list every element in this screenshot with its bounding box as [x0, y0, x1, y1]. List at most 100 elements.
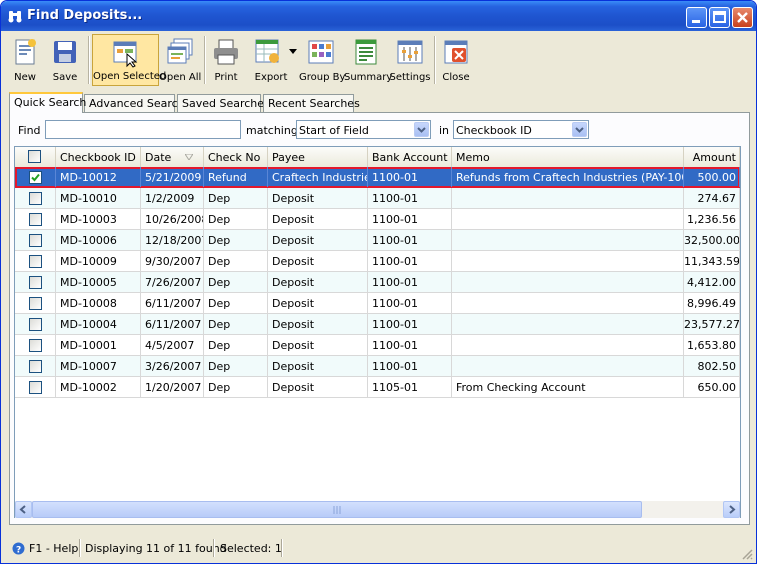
header-select-all[interactable]	[15, 147, 56, 167]
row-checkbox[interactable]	[29, 339, 42, 352]
scroll-thumb[interactable]	[32, 501, 642, 518]
svg-text:?: ?	[16, 546, 21, 556]
tab-saved-searches[interactable]: Saved Searches	[177, 94, 270, 112]
table-row[interactable]: MD-10006 12/18/2007 Dep Deposit 1100-01 32,50…	[15, 230, 740, 251]
horizontal-scrollbar[interactable]	[15, 501, 740, 518]
header-date-label: Date	[145, 151, 172, 164]
cell-select[interactable]	[15, 293, 56, 313]
row-checkbox[interactable]	[29, 297, 42, 310]
cell-memo	[452, 335, 684, 355]
cell-memo	[452, 314, 684, 334]
export-button[interactable]: Export	[249, 34, 299, 86]
settings-button[interactable]: Settings	[389, 34, 431, 86]
row-checkbox[interactable]	[29, 213, 42, 226]
cell-select[interactable]	[15, 167, 56, 187]
close-button[interactable]: Close	[438, 34, 474, 86]
maximize-button[interactable]	[709, 7, 730, 28]
table-row[interactable]: MD-10007 3/26/2007 Dep Deposit 1100-01 802.50	[15, 356, 740, 377]
cell-amount: 650.00	[684, 377, 740, 397]
resize-grip-icon[interactable]	[741, 548, 753, 560]
header-bank-account[interactable]: Bank Account	[368, 147, 452, 167]
print-button[interactable]: Print	[208, 34, 244, 86]
cell-select[interactable]	[15, 209, 56, 229]
table-row[interactable]: MD-10010 1/2/2009 Dep Deposit 1100-01 274.67	[15, 188, 740, 209]
row-checkbox[interactable]	[29, 276, 42, 289]
cell-select[interactable]	[15, 314, 56, 334]
scroll-left-button[interactable]	[15, 501, 32, 518]
cell-bank-account: 1100-01	[368, 209, 452, 229]
summary-button[interactable]: Summary	[344, 34, 392, 86]
tab-quick-search[interactable]: Quick Search	[9, 92, 86, 113]
table-row[interactable]: MD-10005 7/26/2007 Dep Deposit 1100-01 4,412.…	[15, 272, 740, 293]
cell-select[interactable]	[15, 188, 56, 208]
minimize-button[interactable]	[686, 7, 707, 28]
in-field-dropdown-button[interactable]	[572, 122, 587, 137]
cell-bank-account: 1100-01	[368, 230, 452, 250]
cell-check-no: Dep	[204, 209, 268, 229]
cell-checkbook-id: MD-10010	[56, 188, 141, 208]
tab-recent-searches[interactable]: Recent Searches	[263, 94, 360, 112]
row-checkbox[interactable]	[29, 318, 42, 331]
cell-select[interactable]	[15, 377, 56, 397]
cell-select[interactable]	[15, 272, 56, 292]
find-input[interactable]	[45, 120, 241, 139]
row-checkbox[interactable]	[29, 255, 42, 268]
cell-select[interactable]	[15, 356, 56, 376]
group-by-button[interactable]: Group By	[299, 34, 345, 86]
cell-select[interactable]	[15, 335, 56, 355]
cell-checkbook-id: MD-10004	[56, 314, 141, 334]
matching-select[interactable]: Start of Field	[296, 120, 431, 139]
save-button[interactable]: Save	[47, 34, 83, 86]
cell-checkbook-id: MD-10002	[56, 377, 141, 397]
cell-check-no: Dep	[204, 272, 268, 292]
header-memo[interactable]: Memo	[452, 147, 684, 167]
header-payee[interactable]: Payee	[268, 147, 368, 167]
row-checkbox[interactable]	[29, 360, 42, 373]
cell-bank-account: 1100-01	[368, 356, 452, 376]
export-label: Export	[254, 72, 288, 83]
new-label: New	[14, 72, 36, 83]
grip-icon	[333, 506, 341, 514]
table-row[interactable]: MD-10004 6/11/2007 Dep Deposit 1100-01 23,577…	[15, 314, 740, 335]
sort-descending-icon	[185, 154, 193, 160]
table-row[interactable]: MD-10009 9/30/2007 Dep Deposit 1100-01 11,343…	[15, 251, 740, 272]
checkmark-icon	[31, 173, 40, 182]
open-selected-label: Open Selected	[93, 71, 167, 82]
row-checkbox[interactable]	[29, 381, 42, 394]
row-checkbox[interactable]	[29, 171, 42, 184]
table-row[interactable]: MD-10001 4/5/2007 Dep Deposit 1100-01 1,653.8…	[15, 335, 740, 356]
row-checkbox[interactable]	[29, 234, 42, 247]
chevron-down-icon	[575, 127, 584, 133]
cell-checkbook-id: MD-10012	[56, 167, 141, 187]
cell-check-no: Dep	[204, 251, 268, 271]
matching-dropdown-button[interactable]	[414, 122, 429, 137]
new-button[interactable]: New	[7, 34, 43, 86]
cell-select[interactable]	[15, 230, 56, 250]
chevron-down-icon	[289, 49, 297, 54]
select-all-checkbox[interactable]	[28, 150, 41, 163]
scroll-right-button[interactable]	[723, 501, 740, 518]
cell-memo	[452, 293, 684, 313]
cell-amount: 8,996.49	[684, 293, 740, 313]
table-row[interactable]: MD-10008 6/11/2007 Dep Deposit 1100-01 8,996.…	[15, 293, 740, 314]
in-field-select[interactable]: Checkbook ID	[453, 120, 589, 139]
open-all-button[interactable]: Open All	[159, 34, 201, 86]
chevron-right-icon	[729, 505, 736, 514]
header-check-no[interactable]: Check No	[204, 147, 268, 167]
tab-advanced-search[interactable]: Advanced Search	[84, 94, 185, 112]
table-row[interactable]: MD-10003 10/26/2008 Dep Deposit 1100-01 1,236…	[15, 209, 740, 230]
header-amount[interactable]: Amount	[684, 147, 740, 167]
row-checkbox[interactable]	[29, 192, 42, 205]
cell-select[interactable]	[15, 251, 56, 271]
printer-icon	[214, 39, 238, 65]
table-row[interactable]: MD-10012 5/21/2009 Refund Craftech Industri…	[15, 167, 740, 188]
maximize-icon	[713, 11, 726, 23]
in-label: in	[439, 124, 450, 137]
header-date[interactable]: Date	[141, 147, 204, 167]
title-bar[interactable]: Find Deposits...	[1, 1, 756, 31]
close-window-button[interactable]	[732, 7, 753, 28]
header-checkbook-id[interactable]: Checkbook ID	[56, 147, 141, 167]
export-icon	[255, 39, 279, 63]
table-row[interactable]: MD-10002 1/20/2007 Dep Deposit 1105-01 From C…	[15, 377, 740, 398]
open-selected-button[interactable]: Open Selected	[92, 34, 167, 86]
